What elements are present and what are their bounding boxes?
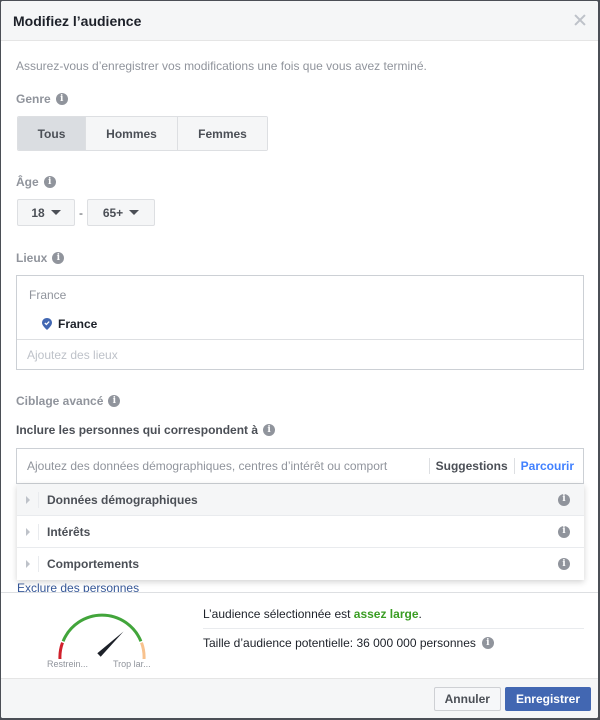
dialog-footer: Annuler Enregistrer xyxy=(1,678,598,718)
save-button[interactable]: Enregistrer xyxy=(504,686,591,711)
status-value: assez large xyxy=(353,607,419,621)
location-item[interactable]: France xyxy=(42,317,97,331)
edit-audience-dialog: Modifiez l’audience Assurez-vous d’enreg… xyxy=(1,1,598,718)
info-icon[interactable]: i xyxy=(55,93,68,105)
detailed-targeting-label-text: Ciblage avancé xyxy=(16,394,104,408)
age-min-select[interactable]: 18 xyxy=(17,199,75,226)
dialog-header: Modifiez l’audience xyxy=(1,1,598,41)
location-group-label: France xyxy=(29,288,67,302)
chevron-right-icon xyxy=(25,560,30,568)
audience-summary: Restrein... Trop lar... L’audience sélec… xyxy=(1,592,598,678)
audience-size: Taille d’audience potentielle: 36 000 00… xyxy=(203,636,494,650)
audience-size-text: Taille d’audience potentielle: 36 000 00… xyxy=(203,636,476,650)
gender-label: Genre i xyxy=(16,92,68,106)
status-prefix: L’audience sélectionnée est xyxy=(203,607,354,621)
gender-option-men[interactable]: Hommes xyxy=(86,117,178,150)
dialog-title: Modifiez l’audience xyxy=(13,12,142,29)
gauge-arc-good xyxy=(61,613,143,642)
age-range: 18 - 65+ xyxy=(17,199,155,226)
cancel-button[interactable]: Annuler xyxy=(433,686,501,711)
include-label-text: Inclure les personnes qui correspondent … xyxy=(16,423,259,437)
gauge-arc-narrow xyxy=(58,642,64,669)
targeting-categories-dropdown: Données démographiques i Intérêts i Comp… xyxy=(17,484,584,580)
category-row-interests[interactable]: Intérêts i xyxy=(17,516,584,548)
info-icon[interactable]: i xyxy=(52,252,65,264)
age-separator: - xyxy=(79,205,83,220)
include-label: Inclure les personnes qui correspondent … xyxy=(16,423,276,437)
gender-option-all[interactable]: Tous xyxy=(18,117,86,150)
audience-gauge: Restrein... Trop lar... xyxy=(43,603,161,671)
divider xyxy=(203,628,584,629)
info-icon[interactable]: i xyxy=(558,558,570,570)
locations-label-text: Lieux xyxy=(16,251,48,265)
expand-caret[interactable] xyxy=(17,491,39,508)
info-icon[interactable]: i xyxy=(558,525,570,538)
gauge-arc-broad xyxy=(140,642,146,669)
audience-status: L’audience sélectionnée est assez large. xyxy=(203,607,422,621)
gauge-min-label: Restrein... xyxy=(47,659,89,669)
age-label: Âge i xyxy=(16,175,56,189)
gauge-max-label: Trop lar... xyxy=(113,659,151,669)
category-row-behaviors[interactable]: Comportements i xyxy=(17,548,584,580)
detailed-targeting-label: Ciblage avancé i xyxy=(16,394,121,408)
info-icon[interactable]: i xyxy=(108,395,121,407)
expand-caret[interactable] xyxy=(17,523,39,540)
locations-input-row xyxy=(17,339,583,369)
detailed-targeting-box: Suggestions Parcourir xyxy=(16,448,584,484)
close-icon[interactable] xyxy=(574,14,586,26)
location-item-name: France xyxy=(58,317,98,331)
divider xyxy=(513,458,515,474)
info-icon[interactable]: i xyxy=(263,424,276,436)
age-label-text: Âge xyxy=(16,175,39,189)
expand-caret[interactable] xyxy=(17,556,39,572)
category-row-demographics[interactable]: Données démographiques i xyxy=(17,484,584,516)
suggestions-button[interactable]: Suggestions xyxy=(436,459,508,473)
locations-box: France France xyxy=(16,275,584,370)
age-max-value: 65+ xyxy=(102,205,124,220)
gauge-needle xyxy=(97,631,124,657)
browse-button[interactable]: Parcourir xyxy=(521,459,574,473)
gender-selector: Tous Hommes Femmes xyxy=(17,116,268,151)
divider xyxy=(428,458,430,474)
chevron-down-icon xyxy=(129,210,140,215)
locations-label: Lieux i xyxy=(16,251,65,265)
locations-input[interactable] xyxy=(27,347,583,362)
intro-text: Assurez-vous d’enregistrer vos modificat… xyxy=(16,59,427,73)
chevron-down-icon xyxy=(50,210,61,215)
category-label: Données démographiques xyxy=(47,492,198,507)
chevron-right-icon xyxy=(25,495,30,504)
status-suffix: . xyxy=(418,607,422,621)
gender-label-text: Genre xyxy=(16,92,51,106)
gender-option-women[interactable]: Femmes xyxy=(178,117,267,150)
chevron-right-icon xyxy=(25,527,30,536)
detailed-targeting-input[interactable] xyxy=(27,459,423,473)
age-max-select[interactable]: 65+ xyxy=(87,199,155,226)
gauge-graphic xyxy=(58,613,146,669)
dialog-body: Assurez-vous d’enregistrer vos modificat… xyxy=(1,42,598,592)
info-icon[interactable]: i xyxy=(481,637,494,649)
location-pin-icon xyxy=(42,318,52,330)
info-icon[interactable]: i xyxy=(558,493,570,506)
category-label: Comportements xyxy=(47,557,140,571)
age-min-value: 18 xyxy=(31,205,45,220)
exclude-people-link[interactable]: Exclure des personnes xyxy=(17,581,139,592)
category-label: Intérêts xyxy=(47,524,91,539)
info-icon[interactable]: i xyxy=(43,176,56,188)
